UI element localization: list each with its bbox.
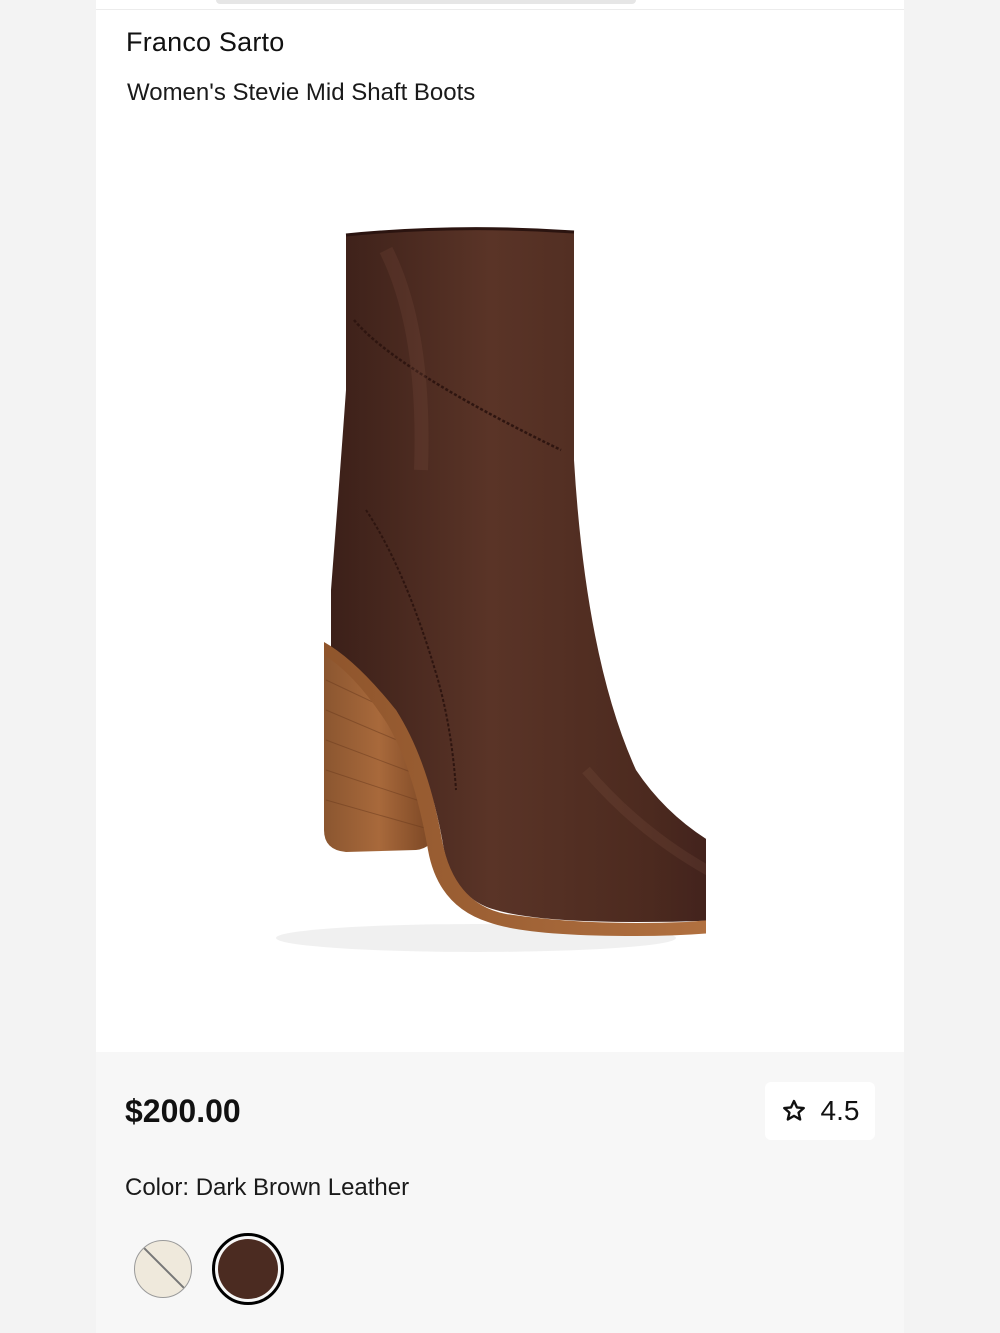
product-title: Women's Stevie Mid Shaft Boots bbox=[127, 79, 476, 106]
swatch-bone-unavailable bbox=[134, 1240, 192, 1298]
swatch-dark-brown-color bbox=[218, 1239, 278, 1299]
sheet-handle[interactable] bbox=[216, 0, 636, 4]
color-label: Color: Dark Brown Leather bbox=[125, 1174, 410, 1201]
top-divider bbox=[96, 9, 904, 10]
product-page: Franco Sarto Women's Stevie Mid Shaft Bo… bbox=[96, 0, 904, 1333]
rating-value: 4.5 bbox=[820, 1095, 860, 1126]
star-outline-icon bbox=[782, 1099, 805, 1121]
product-card: Franco Sarto Women's Stevie Mid Shaft Bo… bbox=[96, 0, 904, 1052]
swatch-bone[interactable] bbox=[127, 1233, 199, 1305]
rating-button[interactable]: 4.5 bbox=[765, 1082, 875, 1140]
product-image[interactable] bbox=[206, 210, 706, 970]
brand-name[interactable]: Franco Sarto bbox=[126, 27, 284, 58]
price: $200.00 bbox=[125, 1093, 241, 1129]
swatch-dark-brown[interactable] bbox=[212, 1233, 284, 1305]
